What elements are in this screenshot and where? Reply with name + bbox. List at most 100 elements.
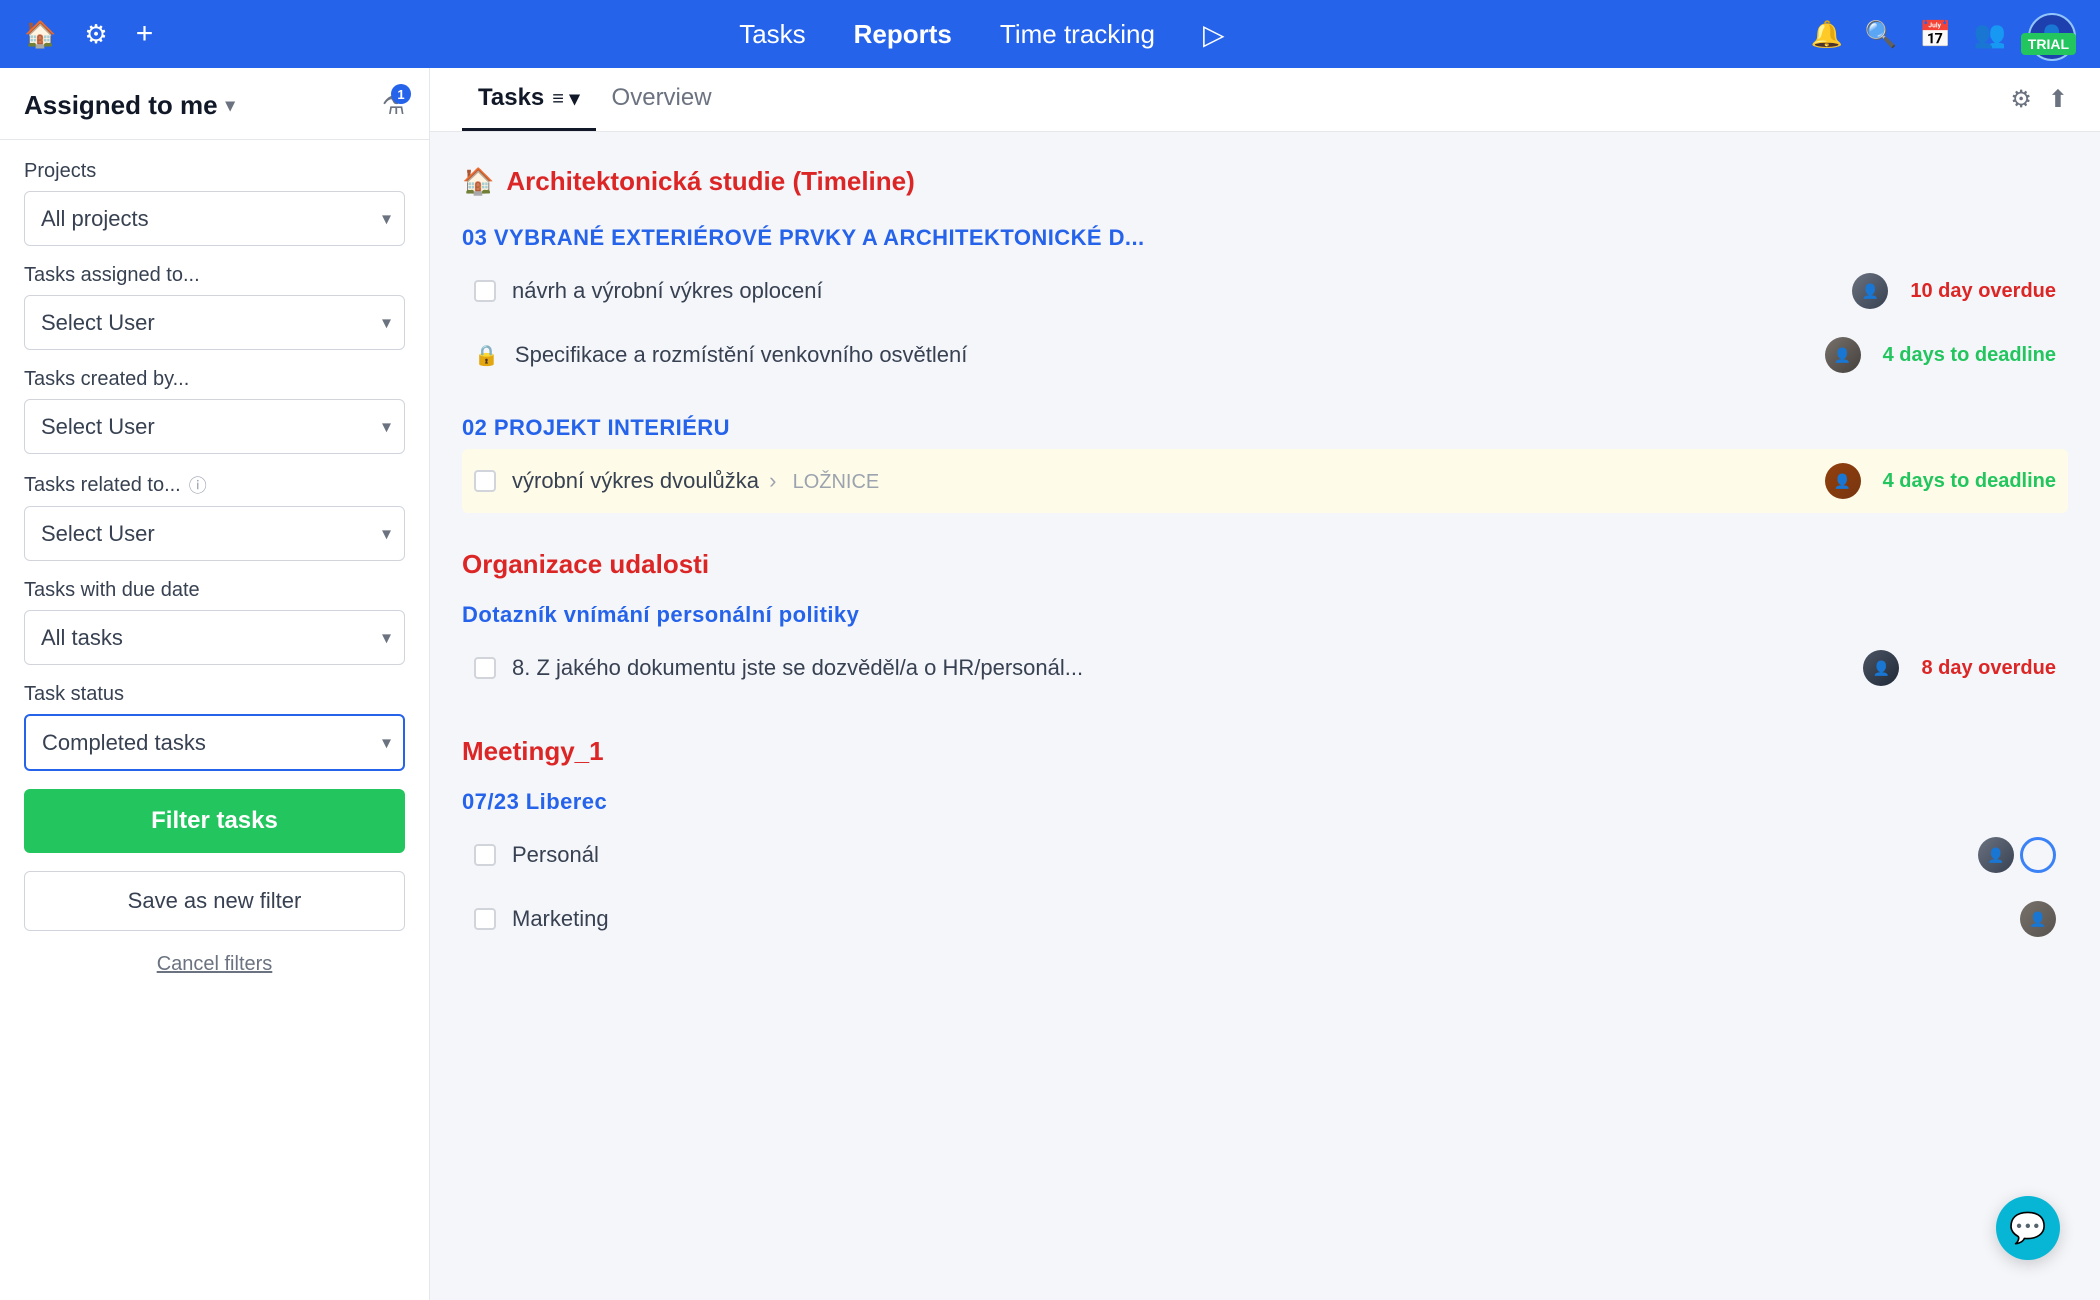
sidebar-title[interactable]: Assigned to me ▾ xyxy=(24,90,235,121)
task-status-select[interactable]: Completed tasks xyxy=(24,714,405,771)
task-item-highlighted: výrobní výkres dvoulůžka › LOŽNICE 👤 4 d… xyxy=(462,449,2068,513)
save-new-filter-button[interactable]: Save as new filter xyxy=(24,871,405,931)
task-sub: LOŽNICE xyxy=(793,471,880,493)
projects-label: Projects xyxy=(24,160,405,183)
sidebar: Assigned to me ▾ ⚗ 1 Projects All projec… xyxy=(0,68,430,1300)
tasks-created-select-wrap: Select User xyxy=(24,399,405,454)
task-assignee: 👤 10 day overdue xyxy=(1852,273,2056,309)
tab-tasks-label: Tasks xyxy=(478,84,544,112)
avatar-person6: 👤 xyxy=(2020,901,2056,937)
tasks-assigned-select[interactable]: Select User xyxy=(24,295,405,350)
tasks-created-label: Tasks created by... xyxy=(24,368,405,391)
arrow-icon: › xyxy=(769,468,782,493)
task-checkbox[interactable] xyxy=(474,844,496,866)
tasks-created-group: Tasks created by... Select User xyxy=(24,368,405,454)
avatar-person2: 👤 xyxy=(1825,337,1861,373)
calendar-icon[interactable]: 📅 xyxy=(1919,19,1951,50)
tasks-related-group: Tasks related to... ⓘ Select User xyxy=(24,472,405,561)
filter-icon-wrap[interactable]: ⚗ 1 xyxy=(382,90,405,121)
avatar-person5: 👤 xyxy=(1978,837,2014,873)
nav-reports[interactable]: Reports xyxy=(854,19,952,50)
task-checkbox[interactable] xyxy=(474,908,496,930)
home-icon[interactable]: 🏠 xyxy=(24,19,56,50)
cancel-filters-link[interactable]: Cancel filters xyxy=(24,953,405,976)
lock-icon: 🔒 xyxy=(474,343,499,368)
content-actions: ⚙ ⬆ xyxy=(2010,85,2068,114)
task-name: výrobní výkres dvoulůžka › LOŽNICE xyxy=(512,468,1809,494)
tasks-due-label: Tasks with due date xyxy=(24,579,405,602)
tasks-related-select[interactable]: Select User xyxy=(24,506,405,561)
project-meetingy: Meetingy_1 xyxy=(462,728,2068,779)
task-assignee: 👤 xyxy=(2020,901,2056,937)
tasks-related-select-wrap: Select User xyxy=(24,506,405,561)
chat-button[interactable]: 💬 xyxy=(1996,1196,2060,1260)
tasks-due-select[interactable]: All tasks xyxy=(24,610,405,665)
task-deadline-soon: 4 days to deadline xyxy=(1883,470,2056,493)
settings-icon[interactable]: ⚙ xyxy=(84,19,107,50)
tab-tasks[interactable]: Tasks ≡ ▾ xyxy=(462,68,596,131)
task-status-label: Task status xyxy=(24,683,405,706)
task-status-group: Task status Completed tasks xyxy=(24,683,405,771)
tasks-assigned-group: Tasks assigned to... Select User xyxy=(24,264,405,350)
section-03-vybrane: 03 VYBRANÉ EXTERIÉROVÉ PRVKY A ARCHITEKT… xyxy=(462,215,2068,259)
bell-icon[interactable]: 🔔 xyxy=(1811,19,1843,50)
play-icon[interactable]: ▷ xyxy=(1203,18,1225,51)
tab-overview[interactable]: Overview xyxy=(596,68,728,131)
task-assignee: 👤 8 day overdue xyxy=(1863,650,2056,686)
search-icon[interactable]: 🔍 xyxy=(1865,19,1897,50)
task-checkbox[interactable] xyxy=(474,280,496,302)
nav-time-tracking[interactable]: Time tracking xyxy=(1000,19,1155,50)
filter-badge: 1 xyxy=(391,84,411,104)
task-checkbox[interactable] xyxy=(474,470,496,492)
task-item: 🔒 Specifikace a rozmístění venkovního os… xyxy=(462,323,2068,387)
task-name: 8. Z jakého dokumentu jste se dozvěděl/a… xyxy=(512,655,1847,681)
project-architektonicka: 🏠 Architektonická studie (Timeline) xyxy=(462,166,2068,197)
top-navigation: 🏠 ⚙ + Tasks Reports Time tracking ▷ 🔔 🔍 … xyxy=(0,0,2100,68)
tasks-assigned-label: Tasks assigned to... xyxy=(24,264,405,287)
tab-filter-icon: ≡ ▾ xyxy=(552,86,579,111)
info-icon: ⓘ xyxy=(189,472,207,498)
project-organizace: Organizace udalosti xyxy=(462,541,2068,592)
nav-projects[interactable]: Tasks xyxy=(739,19,805,50)
task-deadline-soon: 4 days to deadline xyxy=(1883,344,2056,367)
tabs: Tasks ≡ ▾ Overview xyxy=(462,68,728,131)
share-icon[interactable]: ⬆ xyxy=(2048,85,2068,114)
task-name: Marketing xyxy=(512,906,2004,932)
projects-group: Projects All projects xyxy=(24,160,405,246)
display-settings-icon[interactable]: ⚙ xyxy=(2010,85,2032,114)
tasks-assigned-select-wrap: Select User xyxy=(24,295,405,350)
projects-select-wrap: All projects xyxy=(24,191,405,246)
tasks-due-group: Tasks with due date All tasks xyxy=(24,579,405,665)
filter-tasks-button[interactable]: Filter tasks xyxy=(24,789,405,853)
add-icon[interactable]: + xyxy=(136,17,154,51)
user-avatar-wrap[interactable]: 👤 TRIAL xyxy=(2028,13,2076,55)
sidebar-body: Projects All projects Tasks assigned to.… xyxy=(0,140,429,996)
project-icon: 🏠 xyxy=(462,166,494,197)
task-item: Personál 👤 xyxy=(462,823,2068,887)
section-02-projekt: 02 PROJEKT INTERIÉRU xyxy=(462,405,2068,449)
task-item: 8. Z jakého dokumentu jste se dozvěděl/a… xyxy=(462,636,2068,700)
section-07-liberec: 07/23 Liberec xyxy=(462,779,2068,823)
main-layout: Assigned to me ▾ ⚗ 1 Projects All projec… xyxy=(0,68,2100,1300)
sidebar-title-text: Assigned to me xyxy=(24,90,218,121)
section-dotaznik: Dotazník vnímání personální politiky xyxy=(462,592,2068,636)
task-list: 🏠 Architektonická studie (Timeline) 03 V… xyxy=(430,132,2100,1300)
task-checkbox[interactable] xyxy=(474,657,496,679)
task-assignee: 👤 4 days to deadline xyxy=(1825,463,2056,499)
avatar-person3: 👤 xyxy=(1825,463,1861,499)
chat-icon: 💬 xyxy=(2009,1211,2046,1246)
users-icon[interactable]: 👥 xyxy=(1974,19,2006,50)
project-name: Architektonická studie (Timeline) xyxy=(506,166,914,197)
task-name: Specifikace a rozmístění venkovního osvě… xyxy=(515,342,1809,368)
content-area: Tasks ≡ ▾ Overview ⚙ ⬆ 🏠 Architektonická… xyxy=(430,68,2100,1300)
task-assignee: 👤 4 days to deadline xyxy=(1825,337,2056,373)
task-deadline-overdue: 10 day overdue xyxy=(1910,280,2056,303)
tasks-created-select[interactable]: Select User xyxy=(24,399,405,454)
projects-select[interactable]: All projects xyxy=(24,191,405,246)
tab-overview-label: Overview xyxy=(612,84,712,112)
chevron-down-icon: ▾ xyxy=(226,95,235,116)
task-deadline-overdue: 8 day overdue xyxy=(1921,657,2056,680)
avatar-person1: 👤 xyxy=(1852,273,1888,309)
avatar-circle-blue xyxy=(2020,837,2056,873)
task-item: Marketing 👤 xyxy=(462,887,2068,951)
